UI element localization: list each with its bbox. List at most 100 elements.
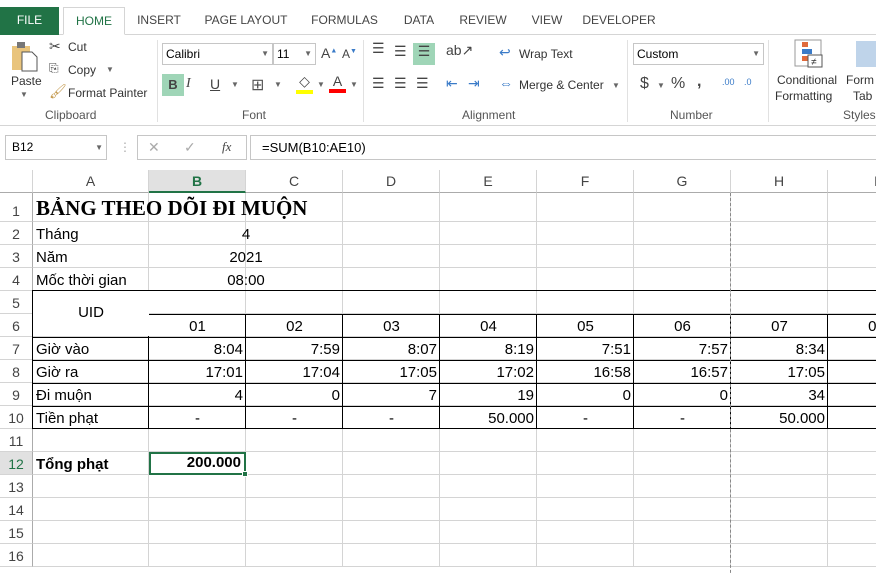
cell-G16[interactable] bbox=[634, 544, 731, 567]
row-header-6[interactable]: 6 bbox=[0, 314, 33, 337]
cell-F2[interactable] bbox=[537, 222, 634, 245]
tab-file[interactable]: FILE bbox=[0, 7, 59, 35]
fill-color-icon[interactable]: ◇ bbox=[296, 73, 313, 94]
borders-dropdown-icon[interactable]: ▼ bbox=[274, 80, 282, 89]
column-header-H[interactable]: H bbox=[731, 170, 828, 193]
number-format-select[interactable]: Custom ▼ bbox=[633, 43, 764, 65]
decrease-decimal-icon[interactable]: .0 bbox=[744, 77, 752, 87]
increase-decimal-button[interactable]: .00 bbox=[722, 77, 735, 87]
cell-B15[interactable] bbox=[149, 521, 246, 544]
currency-dropdown-icon[interactable]: ▼ bbox=[657, 81, 665, 90]
borders-icon[interactable]: ⊞ bbox=[251, 75, 264, 95]
font-name-select[interactable]: Calibri ▼ bbox=[162, 43, 273, 65]
cell-B13[interactable] bbox=[149, 475, 246, 498]
comma-button[interactable]: , bbox=[697, 73, 701, 91]
cell-H12[interactable] bbox=[731, 452, 828, 475]
row-header-1[interactable]: 1 bbox=[0, 193, 33, 222]
cut-button[interactable]: Cut bbox=[68, 40, 87, 54]
cell-A11[interactable] bbox=[33, 429, 149, 452]
cell-G1[interactable] bbox=[634, 193, 731, 222]
row-header-12[interactable]: 12 bbox=[0, 452, 33, 475]
cell-G4[interactable] bbox=[634, 268, 731, 291]
cell-A13[interactable] bbox=[33, 475, 149, 498]
cell-H5[interactable] bbox=[731, 291, 828, 314]
cell-C15[interactable] bbox=[246, 521, 343, 544]
cell-D2[interactable] bbox=[343, 222, 440, 245]
fill-color-dropdown-icon[interactable]: ▼ bbox=[317, 80, 325, 89]
tab-view[interactable]: VIEW bbox=[518, 7, 576, 35]
cell-F1[interactable] bbox=[537, 193, 634, 222]
copy-button[interactable]: Copy bbox=[68, 63, 96, 77]
bold-button[interactable]: B bbox=[162, 74, 184, 96]
column-header-A[interactable]: A bbox=[33, 170, 149, 193]
cell-C11[interactable] bbox=[246, 429, 343, 452]
cell-D12[interactable] bbox=[343, 452, 440, 475]
formula-input[interactable]: =SUM(B10:AE10) bbox=[250, 135, 876, 160]
cell-E1[interactable] bbox=[440, 193, 537, 222]
cell-H2[interactable] bbox=[731, 222, 828, 245]
cell-C12[interactable] bbox=[246, 452, 343, 475]
cell-F13[interactable] bbox=[537, 475, 634, 498]
drag-handle-icon[interactable]: ⋮ bbox=[119, 140, 131, 154]
cell-I12[interactable] bbox=[828, 452, 876, 475]
cell-E3[interactable] bbox=[440, 245, 537, 268]
cell-E2[interactable] bbox=[440, 222, 537, 245]
cell-I9[interactable] bbox=[828, 383, 876, 406]
currency-button[interactable]: $ bbox=[640, 75, 649, 93]
tab-home[interactable]: HOME bbox=[63, 7, 125, 35]
cell-A14[interactable] bbox=[33, 498, 149, 521]
cell-D5[interactable] bbox=[343, 291, 440, 314]
cell-G12[interactable] bbox=[634, 452, 731, 475]
cell-F11[interactable] bbox=[537, 429, 634, 452]
tab-developer[interactable]: DEVELOPER bbox=[576, 7, 662, 35]
column-header-F[interactable]: F bbox=[537, 170, 634, 193]
cell-G13[interactable] bbox=[634, 475, 731, 498]
cell-G3[interactable] bbox=[634, 245, 731, 268]
cell-A15[interactable] bbox=[33, 521, 149, 544]
increase-font-icon[interactable]: A▲ bbox=[321, 45, 337, 61]
tab-data[interactable]: DATA bbox=[390, 7, 448, 35]
align-bottom-icon[interactable]: ☰ bbox=[413, 43, 435, 65]
cell-F4[interactable] bbox=[537, 268, 634, 291]
cell-B5[interactable] bbox=[149, 291, 246, 314]
cell-H15[interactable] bbox=[731, 521, 828, 544]
cell-E11[interactable] bbox=[440, 429, 537, 452]
row-header-4[interactable]: 4 bbox=[0, 268, 33, 291]
row-header-13[interactable]: 13 bbox=[0, 475, 33, 498]
cell-I14[interactable] bbox=[828, 498, 876, 521]
cell-E16[interactable] bbox=[440, 544, 537, 567]
cell-E4[interactable] bbox=[440, 268, 537, 291]
cell-H3[interactable] bbox=[731, 245, 828, 268]
cell-G2[interactable] bbox=[634, 222, 731, 245]
merge-center-button[interactable]: Merge & Center bbox=[519, 78, 604, 92]
cell-F14[interactable] bbox=[537, 498, 634, 521]
cell-I4[interactable] bbox=[828, 268, 876, 291]
cell-E14[interactable] bbox=[440, 498, 537, 521]
decrease-indent-icon[interactable]: ⇤ bbox=[446, 75, 458, 92]
row-header-10[interactable]: 10 bbox=[0, 406, 33, 429]
insert-function-button[interactable]: fx bbox=[222, 139, 231, 155]
conditional-formatting-button[interactable]: Conditional bbox=[777, 73, 837, 87]
select-all-corner[interactable] bbox=[0, 170, 33, 193]
cell-D3[interactable] bbox=[343, 245, 440, 268]
align-center-icon[interactable]: ☰ bbox=[394, 75, 407, 92]
cell-I16[interactable] bbox=[828, 544, 876, 567]
wrap-text-button[interactable]: Wrap Text bbox=[519, 47, 573, 61]
format-as-table-label[interactable]: Tab bbox=[853, 89, 872, 103]
percent-button[interactable]: % bbox=[671, 75, 685, 93]
cell-C5[interactable] bbox=[246, 291, 343, 314]
fill-handle[interactable] bbox=[242, 471, 248, 477]
column-header-G[interactable]: G bbox=[634, 170, 731, 193]
tab-insert[interactable]: INSERT bbox=[126, 7, 192, 35]
cell-D16[interactable] bbox=[343, 544, 440, 567]
cell-F16[interactable] bbox=[537, 544, 634, 567]
row-header-7[interactable]: 7 bbox=[0, 337, 33, 360]
cell-I15[interactable] bbox=[828, 521, 876, 544]
align-top-icon[interactable]: ☰ bbox=[372, 40, 385, 57]
paste-button[interactable]: Paste bbox=[11, 74, 42, 88]
name-box[interactable]: B12 ▼ bbox=[5, 135, 107, 160]
underline-dropdown-icon[interactable]: ▼ bbox=[231, 80, 239, 89]
cell-I11[interactable] bbox=[828, 429, 876, 452]
cell-D15[interactable] bbox=[343, 521, 440, 544]
cell-C16[interactable] bbox=[246, 544, 343, 567]
